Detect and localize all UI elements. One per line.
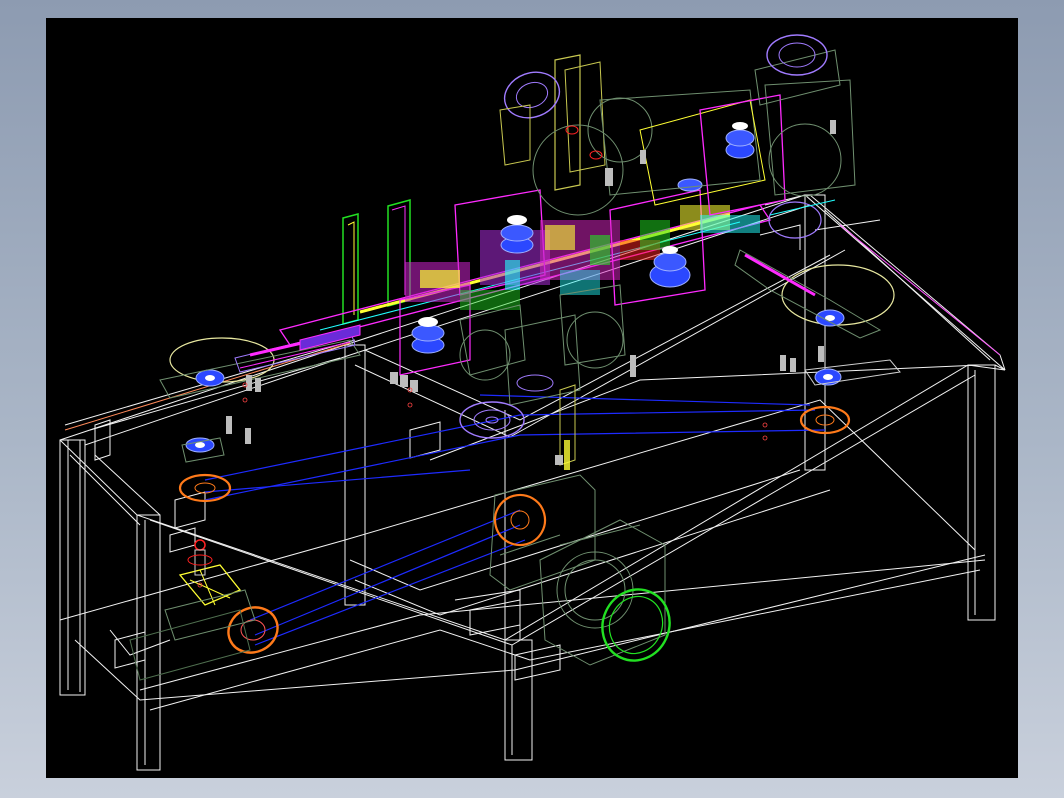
cad-viewport[interactable] — [46, 18, 1018, 778]
machine-wireframe — [59, 34, 1006, 771]
pulley-left-lower — [227, 606, 279, 654]
frame-edge-accent-right — [839, 224, 1001, 356]
upper-assembly — [499, 34, 856, 239]
left-base-assembly — [129, 539, 256, 681]
pulleys — [178, 405, 851, 654]
motor-flange — [601, 588, 671, 662]
motor-gearbox — [489, 474, 666, 666]
pulley-motor — [493, 493, 547, 547]
right-conveyor — [734, 249, 901, 386]
